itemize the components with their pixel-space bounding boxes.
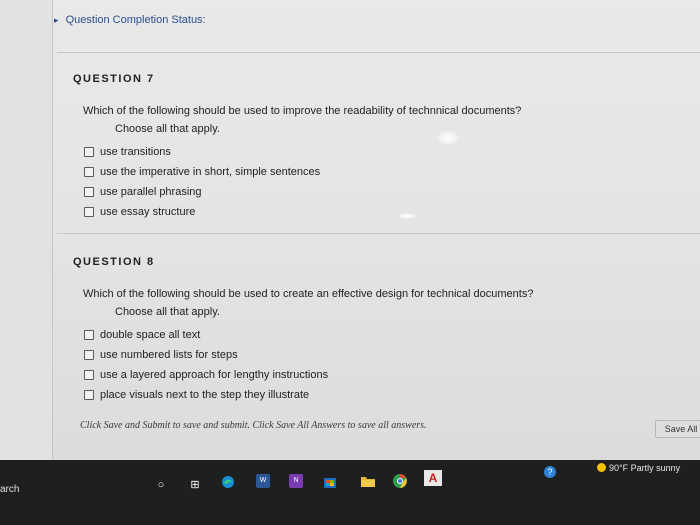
option-label: place visuals next to the step they illu… [100, 389, 310, 401]
option-label: use the imperative in short, simple sent… [100, 166, 321, 178]
taskbar-search[interactable]: arch [0, 476, 19, 504]
option-label: use numbered lists for steps [100, 349, 238, 361]
question-header: QUESTION 8 [73, 256, 155, 268]
save-instructions: Click Save and Submit to save and submit… [80, 420, 427, 431]
circle-icon[interactable]: ○ [154, 478, 168, 492]
option-item[interactable]: use parallel phrasing [84, 182, 320, 202]
edge-icon[interactable] [221, 475, 235, 489]
screen-glare [438, 131, 458, 145]
option-item[interactable]: use the imperative in short, simple sent… [84, 162, 320, 182]
partly-sunny-icon [597, 463, 606, 472]
left-rail [0, 0, 53, 460]
options-list: use transitions use the imperative in sh… [84, 142, 320, 222]
question-instruction: Choose all that apply. [115, 123, 220, 135]
store-icon[interactable] [323, 475, 337, 489]
question-instruction: Choose all that apply. [115, 306, 220, 318]
taskbar [0, 460, 700, 525]
task-view-icon[interactable]: ⊞ [188, 478, 202, 492]
question-8: QUESTION 8 Which of the following should… [57, 236, 700, 406]
weather-widget[interactable]: 90°F Partly sunny [597, 463, 680, 473]
save-all-button[interactable]: Save All [655, 420, 700, 438]
question-text: Which of the following should be used to… [83, 288, 534, 300]
option-checkbox[interactable] [84, 147, 94, 157]
option-checkbox[interactable] [84, 207, 94, 217]
option-item[interactable]: use transitions [84, 142, 320, 162]
question-text: Which of the following should be used to… [83, 105, 522, 117]
option-label: double space all text [100, 329, 201, 341]
weather-text: 90°F Partly sunny [609, 463, 681, 473]
option-checkbox[interactable] [84, 187, 94, 197]
options-list: double space all text use numbered lists… [84, 325, 328, 405]
question-7: QUESTION 7 Which of the following should… [57, 52, 700, 234]
option-label: use parallel phrasing [100, 186, 202, 198]
option-checkbox[interactable] [84, 330, 94, 340]
option-item[interactable]: use numbered lists for steps [84, 345, 328, 365]
acrobat-icon[interactable]: A [424, 470, 442, 486]
option-checkbox[interactable] [84, 370, 94, 380]
word-icon[interactable]: W [256, 474, 270, 488]
question-header: QUESTION 7 [73, 73, 155, 85]
folder-icon[interactable] [360, 474, 375, 488]
option-checkbox[interactable] [84, 167, 94, 177]
page-content: ▸ Question Completion Status: QUESTION 7… [0, 0, 700, 460]
option-item[interactable]: use essay structure [84, 202, 320, 222]
option-checkbox[interactable] [84, 350, 94, 360]
chrome-icon[interactable] [392, 473, 407, 488]
completion-status[interactable]: ▸ Question Completion Status: [54, 14, 206, 26]
option-label: use transitions [100, 146, 171, 158]
option-item[interactable]: double space all text [84, 325, 328, 345]
option-item[interactable]: use a layered approach for lengthy instr… [84, 365, 328, 385]
completion-status-label: Question Completion Status: [65, 14, 206, 26]
option-checkbox[interactable] [84, 390, 94, 400]
option-label: use a layered approach for lengthy instr… [100, 369, 329, 381]
onenote-icon[interactable]: N [289, 474, 303, 488]
option-label: use essay structure [100, 206, 196, 218]
option-item[interactable]: place visuals next to the step they illu… [84, 385, 328, 405]
expand-arrow-icon[interactable]: ▸ [54, 15, 59, 25]
help-icon[interactable]: ? [544, 466, 556, 478]
screen-glare [398, 213, 416, 219]
